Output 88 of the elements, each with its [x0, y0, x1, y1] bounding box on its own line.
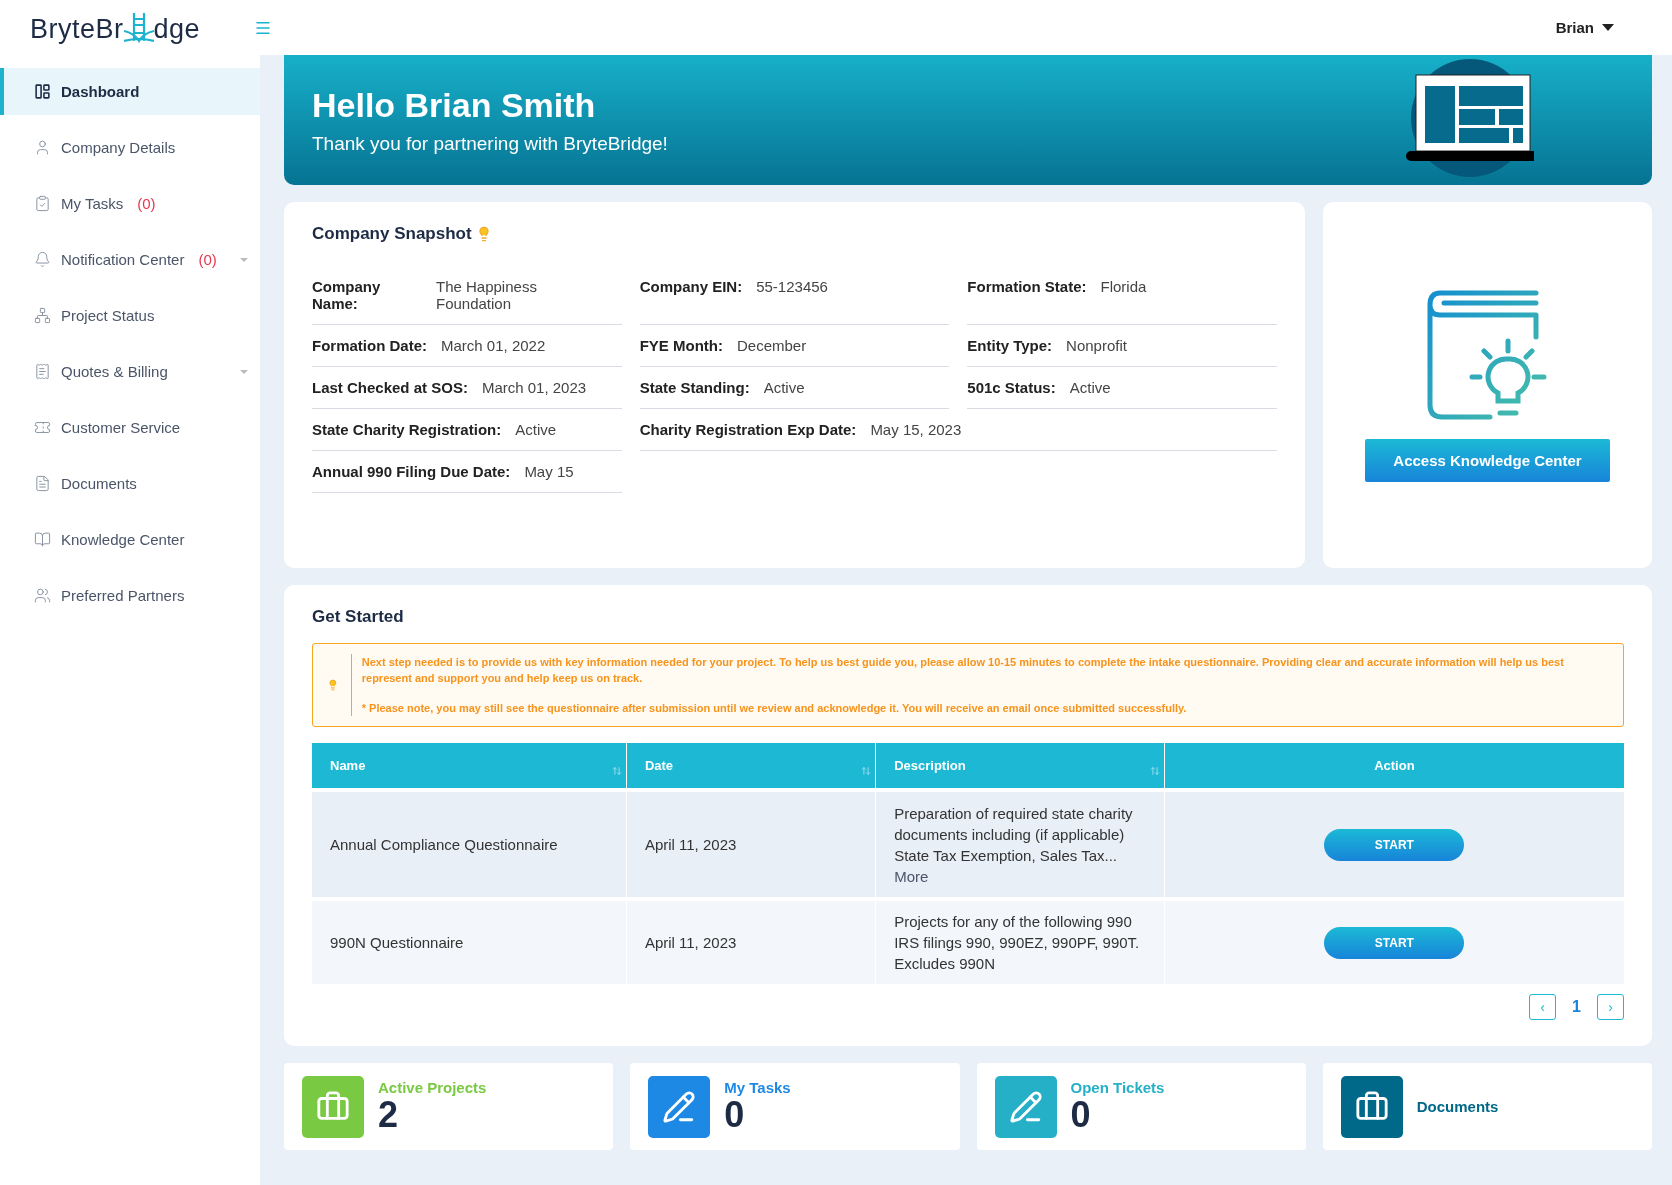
stat-card[interactable]: Documents — [1322, 1063, 1652, 1150]
banner-subtitle: Thank you for partnering with BryteBridge! — [312, 132, 669, 155]
sidebar-label: Project Status — [61, 307, 155, 324]
card-title: Get Started — [312, 607, 404, 627]
document-icon — [34, 475, 51, 492]
user-icon — [34, 139, 51, 156]
field-value: May 15, 2023 — [870, 421, 962, 438]
clipboard-icon — [34, 195, 51, 212]
more-link[interactable]: More — [894, 865, 929, 887]
field-label: Entity Type: — [967, 337, 1053, 354]
field-label: Company EIN: — [639, 278, 743, 295]
field-value: March 01, 2022 — [441, 337, 546, 354]
sidebar-label: My Tasks — [61, 195, 124, 212]
page-number[interactable]: 1 — [1566, 997, 1587, 1017]
field-value: Florida — [1100, 278, 1147, 295]
stat-label: Active Projects — [378, 1079, 487, 1096]
stat-value: 2 — [378, 1096, 400, 1134]
field-value: Active — [1069, 379, 1111, 396]
sidebar-label: Company Details — [61, 139, 176, 156]
field-value: December — [737, 337, 807, 354]
sidebar-label: Quotes & Billing — [61, 363, 168, 380]
sidebar-label: Knowledge Center — [61, 531, 185, 548]
sort-icon[interactable] — [611, 766, 622, 776]
stat-label: My Tasks — [724, 1079, 791, 1096]
field-value: March 01, 2023 — [481, 379, 587, 396]
stat-label: Open Tickets — [1070, 1079, 1165, 1096]
field-label: FYE Month: — [639, 337, 723, 354]
description-text: Preparation of required state charity documents including (if applicable) State Tax Exemption, Sales Tax... — [894, 804, 1133, 864]
sidebar-label: Dashboard — [61, 83, 140, 100]
notice-text: Next step needed is to provide us with key information needed for your project. To help us best guide you, please allow 10-15 minutes to complete the intake questionnaire. Providing clear and accurate information will help us best represent and support you and help keep us on track. — [361, 655, 1565, 686]
field-value: Nonprofit — [1066, 337, 1127, 354]
lightbulb-icon — [327, 678, 339, 692]
table-cell: Annual Compliance Questionnaire — [312, 792, 627, 897]
field-label: Formation State: — [967, 278, 1087, 295]
item-count: (0) — [198, 251, 217, 268]
sidebar-label: Documents — [61, 475, 137, 492]
table-cell: April 11, 2023 — [626, 792, 877, 897]
people-icon — [34, 587, 51, 604]
stat-card[interactable]: Active Projects 2 — [284, 1063, 614, 1150]
bell-icon — [34, 251, 51, 268]
field-label: State Charity Registration: — [312, 421, 502, 438]
field-label: Formation Date: — [312, 337, 427, 354]
stat-card[interactable]: Open Tickets 0 — [976, 1063, 1306, 1150]
sidebar-item[interactable]: Documents — [0, 460, 260, 507]
user-menu[interactable]: Brian — [1549, 18, 1620, 37]
sidebar-item[interactable]: Notification Center (0) — [0, 236, 260, 283]
sidebar-item[interactable]: Company Details — [0, 124, 260, 171]
hierarchy-icon — [34, 307, 51, 324]
field-label: Charity Registration Exp Date: — [639, 421, 857, 438]
field-label: Company Name: — [312, 278, 382, 312]
sidebar-label: Preferred Partners — [61, 587, 185, 604]
dashboard-icon — [34, 83, 51, 100]
book-icon — [34, 531, 51, 548]
sidebar-item[interactable]: Customer Service — [0, 404, 260, 451]
stat-value: 0 — [1070, 1096, 1091, 1134]
sidebar-item[interactable]: My Tasks (0) — [0, 180, 260, 227]
stat-value: 0 — [724, 1096, 746, 1134]
sidebar-item[interactable]: Dashboard — [0, 68, 260, 115]
card-title: Company Snapshot — [312, 224, 472, 244]
sidebar-item[interactable]: Project Status — [0, 292, 260, 339]
item-count: (0) — [137, 195, 156, 212]
table-cell: April 11, 2023 — [626, 901, 877, 984]
receipt-icon — [34, 363, 51, 380]
sidebar-label: Customer Service — [61, 419, 181, 436]
bridge-icon — [123, 10, 154, 45]
table-cell: 990N Questionnaire — [312, 901, 627, 984]
field-value: Active — [515, 421, 557, 438]
sidebar-item[interactable]: Preferred Partners — [0, 572, 260, 619]
stat-label: Documents — [1416, 1098, 1499, 1115]
field-label: Last Checked at SOS: — [312, 379, 468, 396]
stat-card[interactable]: My Tasks 0 — [630, 1063, 960, 1150]
field-value: 55-123456 — [756, 278, 828, 295]
sidebar-item[interactable]: Quotes & Billing — [0, 348, 260, 395]
field-value: Active — [763, 379, 805, 396]
sort-icon[interactable] — [1149, 766, 1160, 776]
ticket-icon — [34, 419, 51, 436]
notice-text: * Please note, you may still see the questionnaire after submission until we review and acknowledge it. You will receive an email once submitted successfully. — [361, 701, 1188, 716]
field-value: May 15 — [524, 463, 574, 480]
field-value: The Happiness Foundation — [436, 278, 538, 312]
sidebar-item[interactable]: Knowledge Center — [0, 516, 260, 563]
field-label: State Standing: — [639, 379, 750, 396]
field-label: Annual 990 Filing Due Date: — [312, 463, 511, 480]
description-text: Projects for any of the following 990 IRS filings 990, 990EZ, 990PF, 990T. Excludes 990N — [894, 913, 1140, 972]
sidebar-label: Notification Center — [61, 251, 185, 268]
logo[interactable]: BryteBr dge — [30, 10, 201, 45]
banner-title: Hello Brian Smith — [312, 85, 597, 125]
field-label: 501c Status: — [967, 379, 1056, 396]
sort-icon[interactable] — [861, 766, 872, 776]
